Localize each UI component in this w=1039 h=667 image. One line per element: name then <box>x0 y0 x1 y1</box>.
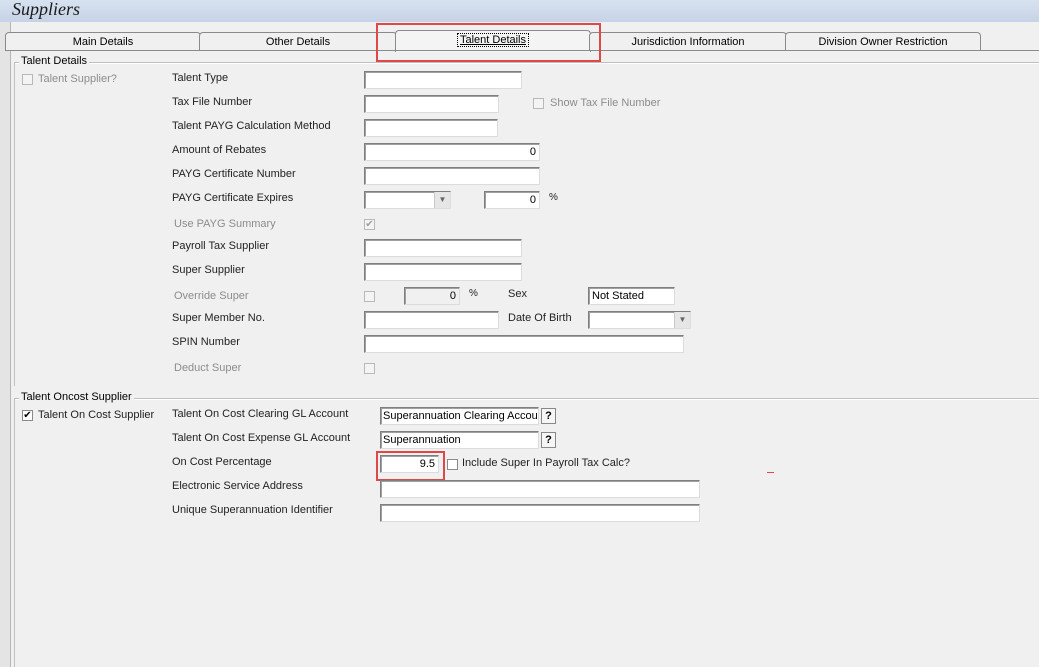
red-mark <box>767 472 774 473</box>
amount-of-rebates-label: Amount of Rebates <box>172 144 267 156</box>
payroll-tax-supplier-field[interactable] <box>364 239 522 257</box>
include-super-label: Include Super In Payroll Tax Calc? <box>462 457 630 469</box>
talent-supplier-checkbox[interactable] <box>22 74 33 85</box>
deduct-super-checkbox[interactable] <box>364 363 375 374</box>
payroll-tax-supplier-label: Payroll Tax Supplier <box>172 240 270 252</box>
clearing-gl-label: Talent On Cost Clearing GL Account <box>172 408 349 420</box>
left-pane-edge <box>0 22 11 667</box>
payg-cert-number-label: PAYG Certificate Number <box>172 168 296 180</box>
date-of-birth-field[interactable]: / / ▼ <box>588 311 691 329</box>
sex-field[interactable]: Not Stated <box>588 287 675 305</box>
expense-gl-label: Talent On Cost Expense GL Account <box>172 432 351 444</box>
group-left-border <box>14 62 15 386</box>
include-super-checkbox[interactable] <box>447 459 458 470</box>
deduct-super-label: Deduct Super <box>174 362 242 374</box>
window-title: Suppliers <box>12 0 81 19</box>
group-left-border <box>14 398 15 667</box>
payg-method-field[interactable] <box>364 119 498 137</box>
amount-of-rebates-field[interactable]: 0 <box>364 143 540 161</box>
payg-cert-number-field[interactable] <box>364 167 540 185</box>
usi-label: Unique Superannuation Identifier <box>172 504 333 516</box>
electronic-service-address-label: Electronic Service Address <box>172 480 303 492</box>
tab-label: Main Details <box>72 36 134 48</box>
tab-main-details[interactable]: Main Details <box>5 32 201 51</box>
spin-number-field[interactable] <box>364 335 684 353</box>
expense-gl-help-button[interactable]: ? <box>541 432 556 448</box>
tab-label: Division Owner Restriction <box>818 36 948 48</box>
talent-type-label: Talent Type <box>172 72 229 84</box>
clearing-gl-field[interactable]: Superannuation Clearing Accour <box>380 407 539 425</box>
expense-gl-field[interactable]: Superannuation <box>380 431 539 449</box>
show-tax-file-number-label: Show Tax File Number <box>550 97 661 109</box>
payg-cert-expires-date[interactable]: / / ▼ <box>364 191 451 209</box>
talent-on-cost-supplier-label: Talent On Cost Supplier <box>38 409 155 421</box>
override-super-percent-symbol: % <box>469 288 478 299</box>
tab-division-owner-restriction[interactable]: Division Owner Restriction <box>785 32 981 51</box>
sex-label: Sex <box>508 288 527 300</box>
electronic-service-address-field[interactable] <box>380 480 700 498</box>
chevron-down-icon[interactable]: ▼ <box>674 312 690 328</box>
date-of-birth-label: Date Of Birth <box>508 312 572 324</box>
tab-jurisdiction-information[interactable]: Jurisdiction Information <box>589 32 787 51</box>
talent-supplier-label: Talent Supplier? <box>38 73 117 85</box>
super-member-no-label: Super Member No. <box>172 312 265 324</box>
payg-percent-symbol: % <box>549 192 558 203</box>
highlight-box-on-cost <box>376 451 445 481</box>
tab-other-details[interactable]: Other Details <box>199 32 397 51</box>
payg-percent-field[interactable]: 0 <box>484 191 540 209</box>
override-super-label: Override Super <box>174 290 249 302</box>
title-bar <box>0 0 1039 22</box>
tab-label: Other Details <box>265 36 331 48</box>
talent-on-cost-supplier-checkbox[interactable]: ✔ <box>22 410 33 421</box>
use-payg-summary-checkbox[interactable]: ✔ <box>364 219 375 230</box>
group-divider <box>14 398 1039 400</box>
talent-type-field[interactable] <box>364 71 522 89</box>
super-member-no-field[interactable] <box>364 311 499 329</box>
super-supplier-label: Super Supplier <box>172 264 245 276</box>
group-title-talent-details: Talent Details <box>19 55 90 67</box>
clearing-gl-help-button[interactable]: ? <box>541 408 556 424</box>
group-title-talent-oncost-supplier: Talent Oncost Supplier <box>19 391 134 403</box>
highlight-box-tab <box>376 23 601 62</box>
payg-method-label: Talent PAYG Calculation Method <box>172 120 331 132</box>
spin-number-label: SPIN Number <box>172 336 240 348</box>
chevron-down-icon[interactable]: ▼ <box>434 192 450 208</box>
on-cost-percentage-label: On Cost Percentage <box>172 456 272 468</box>
tab-label: Jurisdiction Information <box>631 36 745 48</box>
usi-field[interactable] <box>380 504 700 522</box>
group-divider <box>14 62 1039 64</box>
tax-file-number-field[interactable] <box>364 95 499 113</box>
payg-cert-expires-label: PAYG Certificate Expires <box>172 192 294 204</box>
super-supplier-field[interactable] <box>364 263 522 281</box>
show-tax-file-number-checkbox[interactable] <box>533 98 544 109</box>
override-super-checkbox[interactable] <box>364 291 375 302</box>
tax-file-number-label: Tax File Number <box>172 96 253 108</box>
override-super-field[interactable]: 0 <box>404 287 460 305</box>
use-payg-summary-label: Use PAYG Summary <box>174 218 276 230</box>
